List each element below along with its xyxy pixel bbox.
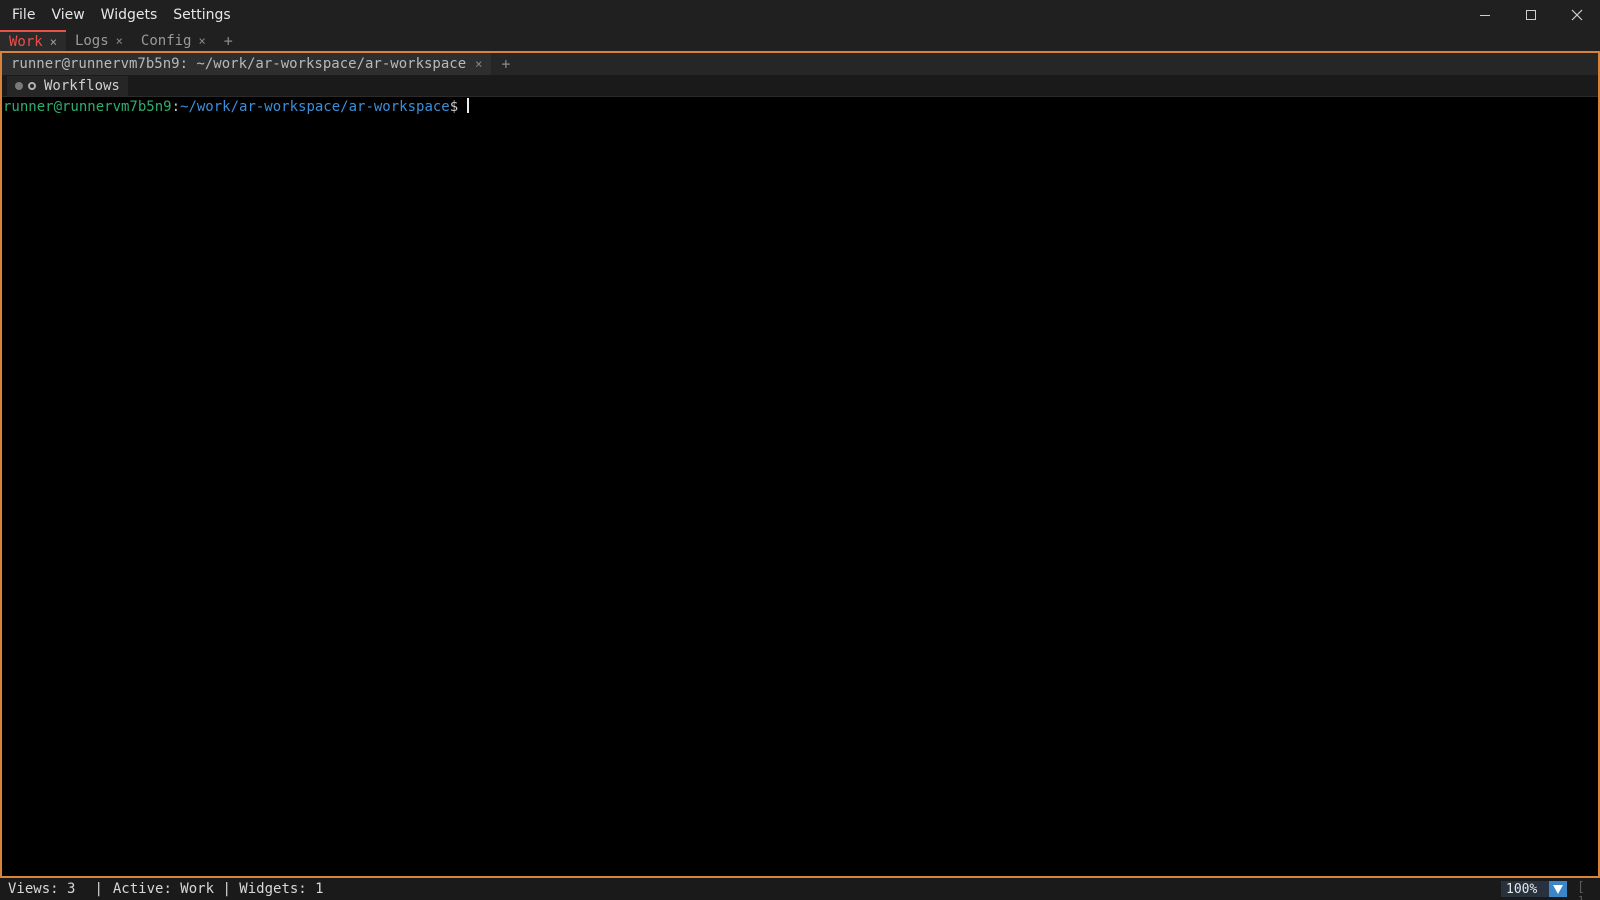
maximize-button[interactable] — [1508, 0, 1554, 30]
status-dot-icon — [15, 81, 23, 90]
terminal-tab-label: runner@runnervm7b5n9: ~/work/ar-workspac… — [11, 56, 467, 72]
workspace-frame: runner@runnervm7b5n9: ~/work/ar-workspac… — [0, 51, 1600, 878]
prompt-sign: $ — [449, 99, 459, 115]
tab-label: Config — [140, 33, 192, 49]
add-terminal-tab-button[interactable]: + — [491, 55, 520, 73]
active-view-info: Active: Work | Widgets: 1 — [112, 881, 324, 897]
tab-close-icon[interactable]: × — [116, 34, 123, 48]
view-tab-bar: Work × Logs × Config × + — [0, 30, 1600, 52]
maximize-icon — [1526, 10, 1536, 20]
terminal-tab-close-icon[interactable]: × — [475, 57, 482, 71]
menu-view[interactable]: View — [43, 0, 92, 30]
tab-close-icon[interactable]: × — [50, 35, 57, 49]
tab-label: Work — [9, 34, 43, 50]
menu-file[interactable]: File — [4, 0, 43, 30]
status-bar: Views: 3 | Active: Work | Widgets: 1 100… — [0, 878, 1600, 900]
prompt-colon: : — [171, 99, 181, 115]
prompt-user-host: runner@runnervm7b5n9 — [3, 99, 172, 115]
tab-logs[interactable]: Logs × — [66, 30, 132, 52]
terminal-tab-bar: runner@runnervm7b5n9: ~/work/ar-workspac… — [2, 53, 1598, 75]
menu-widgets[interactable]: Widgets — [93, 0, 166, 30]
text-cursor — [467, 98, 470, 113]
tab-close-icon[interactable]: × — [198, 34, 205, 48]
tab-config[interactable]: Config × — [132, 30, 215, 52]
status-separator: | — [94, 881, 103, 897]
window-close-button[interactable] — [1554, 0, 1600, 30]
zoom-dropdown-button[interactable] — [1549, 881, 1567, 897]
close-icon — [1571, 9, 1583, 21]
minimize-button[interactable] — [1462, 0, 1508, 30]
terminal-output[interactable]: runner@runnervm7b5n9:~/work/ar-workspace… — [2, 98, 1598, 876]
menu-settings[interactable]: Settings — [165, 0, 238, 30]
layout-toggle-icon[interactable]: [ ] — [1577, 880, 1600, 900]
zoom-value: 100% — [1506, 881, 1538, 897]
minimize-icon — [1480, 15, 1490, 16]
gear-icon — [28, 81, 36, 90]
tab-label: Logs — [74, 33, 109, 49]
chevron-down-icon — [1553, 884, 1563, 894]
terminal-tab[interactable]: runner@runnervm7b5n9: ~/work/ar-workspac… — [2, 53, 492, 75]
workflows-label: Workflows — [44, 77, 120, 94]
add-view-tab-button[interactable]: + — [215, 30, 242, 52]
zoom-control[interactable]: 100% — [1501, 881, 1567, 897]
menu-bar: File View Widgets Settings — [0, 0, 1600, 30]
widget-toolbar: Workflows — [2, 75, 1598, 97]
workflows-button[interactable]: Workflows — [7, 75, 128, 96]
views-count: Views: 3 — [8, 881, 76, 897]
tab-work[interactable]: Work × — [0, 30, 66, 52]
prompt-path: ~/work/ar-workspace/ar-workspace — [180, 99, 450, 115]
